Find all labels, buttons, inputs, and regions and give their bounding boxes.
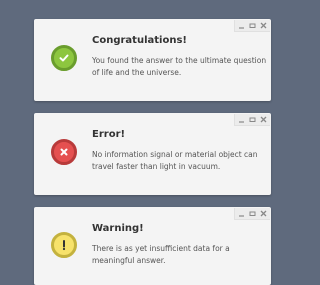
close-icon[interactable]	[260, 210, 267, 217]
maximize-icon[interactable]	[249, 210, 256, 217]
x-icon	[51, 139, 77, 165]
window-controls	[234, 114, 270, 126]
close-icon[interactable]	[260, 22, 267, 29]
notification-message: No information signal or material object…	[92, 150, 258, 171]
exclamation-icon	[51, 232, 77, 258]
close-icon[interactable]	[260, 116, 267, 123]
notification-title: Warning!	[92, 223, 144, 234]
minimize-icon[interactable]	[238, 116, 245, 123]
window-controls	[234, 208, 270, 220]
notification-title: Error!	[92, 129, 126, 140]
success-notification: Congratulations! You found the answer to…	[34, 19, 271, 101]
check-icon	[51, 45, 77, 71]
notification-message: There is as yet insufficient data for a …	[92, 244, 230, 265]
maximize-icon[interactable]	[249, 116, 256, 123]
minimize-icon[interactable]	[238, 22, 245, 29]
window-controls	[234, 20, 270, 32]
minimize-icon[interactable]	[238, 210, 245, 217]
maximize-icon[interactable]	[249, 22, 256, 29]
error-notification: Error! No information signal or material…	[34, 113, 271, 195]
notification-message: You found the answer to the ultimate que…	[92, 56, 267, 77]
notification-title: Congratulations!	[92, 35, 187, 46]
warning-notification: Warning! There is as yet insufficient da…	[34, 207, 271, 285]
